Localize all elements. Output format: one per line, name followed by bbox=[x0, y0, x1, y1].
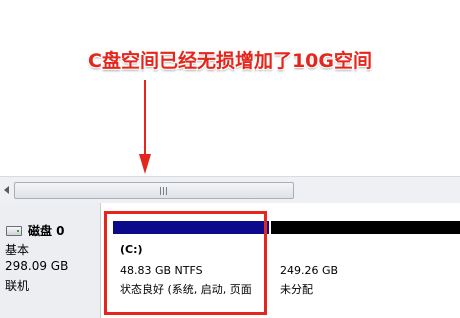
scroll-left-arrow-icon[interactable] bbox=[4, 186, 9, 194]
disk-size: 298.09 GB bbox=[5, 259, 69, 273]
partition-unallocated-size: 249.26 GB bbox=[280, 264, 339, 277]
partition-unallocated[interactable]: 249.26 GB 未分配 bbox=[271, 221, 460, 318]
disk-icon bbox=[6, 226, 22, 236]
disk-info[interactable]: 磁盘 0 基本 298.09 GB 联机 bbox=[0, 203, 101, 318]
scrollbar-grip-icon bbox=[160, 187, 169, 195]
disk-status: 联机 bbox=[5, 279, 30, 293]
disk-type: 基本 bbox=[5, 243, 30, 257]
arrow-down-icon bbox=[139, 80, 151, 174]
annotation-caption: C盘空间已经无损增加了10G空间 bbox=[88, 50, 372, 72]
scrollbar-thumb[interactable] bbox=[14, 182, 294, 199]
horizontal-scrollbar[interactable] bbox=[0, 176, 460, 203]
partition-unallocated-status: 未分配 bbox=[280, 283, 313, 296]
partition-unallocated-bar bbox=[271, 221, 460, 234]
disk-name: 磁盘 0 bbox=[28, 224, 65, 238]
highlight-box bbox=[104, 211, 267, 315]
